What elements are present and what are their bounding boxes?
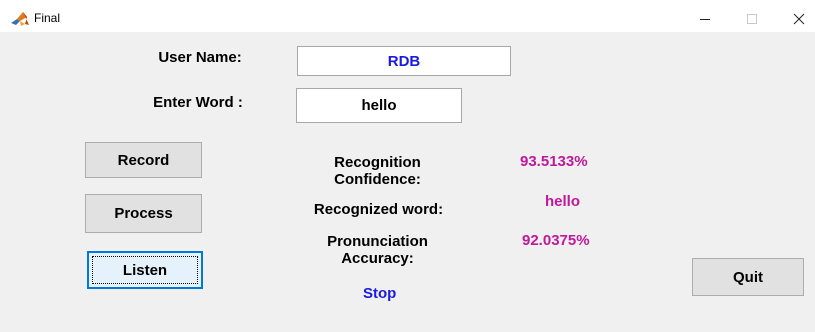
user-name-field[interactable]: RDB [297, 46, 511, 76]
window-title: Final [34, 11, 61, 25]
minimize-button[interactable] [686, 7, 724, 31]
recognition-confidence-label: Recognition Confidence: [300, 154, 455, 188]
maximize-button[interactable] [733, 7, 771, 31]
recognized-word-value: hello [545, 193, 581, 210]
figure-panel: User Name: RDB Enter Word : hello Record… [0, 32, 815, 332]
window-titlebar[interactable]: Final [0, 6, 815, 32]
quit-button[interactable]: Quit [692, 258, 804, 296]
listen-button[interactable]: Listen [87, 251, 203, 289]
process-button[interactable]: Process [85, 194, 202, 233]
pronunciation-accuracy-value: 92.0375% [522, 232, 590, 249]
pronunciation-accuracy-label-line1: Pronunciation [327, 233, 428, 250]
recognition-confidence-value: 93.5133% [520, 153, 588, 170]
recognition-confidence-label-line1: Recognition [334, 154, 421, 171]
matlab-icon [11, 12, 29, 26]
close-button[interactable] [780, 7, 815, 31]
pronunciation-accuracy-label-line2: Accuracy: [341, 250, 414, 267]
pronunciation-accuracy-label: Pronunciation Accuracy: [300, 233, 455, 267]
maximize-icon [747, 14, 757, 24]
enter-word-field[interactable]: hello [296, 88, 462, 123]
user-name-label: User Name: [158, 49, 242, 66]
recognized-word-label: Recognized word: [313, 201, 444, 218]
minimize-icon [700, 19, 710, 20]
record-button[interactable]: Record [85, 142, 202, 178]
close-icon [793, 13, 805, 25]
focus-indicator [92, 256, 198, 284]
recognition-confidence-label-line2: Confidence: [334, 171, 421, 188]
enter-word-label: Enter Word : [153, 94, 243, 111]
status-text: Stop [363, 285, 397, 302]
